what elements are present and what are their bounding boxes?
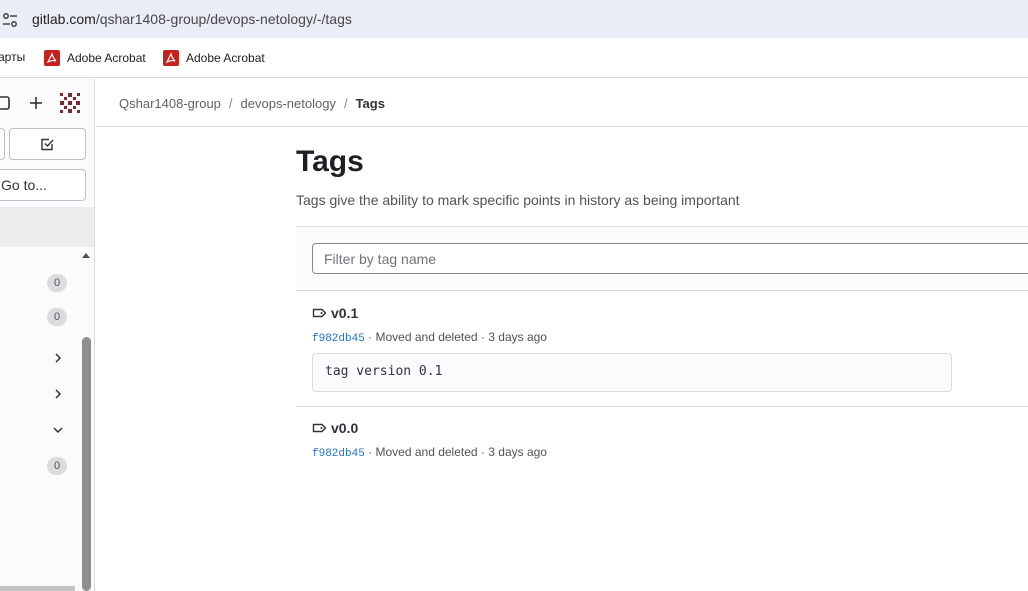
tag-message: tag version 0.1 xyxy=(312,353,952,392)
meta-separator: · xyxy=(368,330,373,344)
commit-sha-link[interactable]: f982db45 xyxy=(312,333,365,345)
go-to-label: Go to... xyxy=(1,177,47,193)
url-host: gitlab.com xyxy=(32,11,96,27)
commit-title-link[interactable]: Moved and deleted xyxy=(376,330,478,344)
bookmark-label: Adobe Acrobat xyxy=(67,51,146,65)
chevron-down-icon[interactable] xyxy=(52,424,64,436)
user-avatar-icon[interactable] xyxy=(58,91,82,115)
sidebar-horizontal-scrollbar[interactable] xyxy=(0,586,75,591)
bookmark-label: Карты xyxy=(0,50,26,64)
left-sidebar: Go to... 0 0 0 xyxy=(0,79,95,591)
breadcrumb-separator: / xyxy=(228,96,233,111)
sidebar-count-badge: 0 xyxy=(47,457,67,475)
browser-address-bar[interactable]: gitlab.com/qshar1408-group/devops-netolo… xyxy=(0,0,1028,38)
breadcrumb-group-link[interactable]: Qshar1408-group xyxy=(119,96,221,111)
breadcrumb-project-link[interactable]: devops-netology xyxy=(241,96,336,111)
scroll-up-arrow-icon[interactable] xyxy=(81,251,91,259)
todo-check-icon xyxy=(41,138,54,151)
tag-name: v0.0 xyxy=(331,420,359,436)
sidebar-section-divider xyxy=(0,207,94,247)
top-bar: Qshar1408-group / devops-netology / Tags xyxy=(96,79,1028,127)
adobe-pdf-icon xyxy=(44,50,60,66)
sidebar-toggle-icon[interactable] xyxy=(0,96,10,110)
tag-name-link[interactable]: v0.1 xyxy=(312,305,358,321)
commit-time: 3 days ago xyxy=(488,330,547,344)
sidebar-header xyxy=(0,79,94,127)
tag-name: v0.1 xyxy=(331,305,359,321)
plus-icon[interactable] xyxy=(29,96,43,110)
bookmark-adobe-acrobat-2[interactable]: Adobe Acrobat xyxy=(163,50,265,66)
breadcrumb-separator: / xyxy=(343,96,348,111)
commit-sha-link[interactable]: f982db45 xyxy=(312,448,365,460)
commit-title-link[interactable]: Moved and deleted xyxy=(376,445,478,459)
meta-separator: · xyxy=(480,330,485,344)
sidebar-issues-button[interactable] xyxy=(0,128,5,160)
page-title: Tags xyxy=(296,145,364,178)
filter-tag-input[interactable] xyxy=(312,243,1028,274)
tag-row: v0.0 f982db45 · Moved and deleted · 3 da… xyxy=(296,420,1028,470)
sidebar-todo-button[interactable] xyxy=(9,128,86,160)
chevron-right-icon[interactable] xyxy=(52,388,64,400)
page-description: Tags give the ability to mark specific p… xyxy=(296,192,740,208)
commit-time: 3 days ago xyxy=(488,445,547,459)
bookmark-label: Adobe Acrobat xyxy=(186,51,265,65)
site-info-icon[interactable] xyxy=(2,12,18,28)
bookmark-maps[interactable]: Карты xyxy=(0,50,25,64)
sidebar-count-badge: 0 xyxy=(47,274,67,292)
adobe-pdf-icon xyxy=(163,50,179,66)
sidebar-scrollbar-thumb[interactable] xyxy=(82,337,91,591)
filter-bar xyxy=(296,226,1028,291)
bookmarks-bar: Карты Adobe Acrobat Adobe Acrobat xyxy=(0,38,1028,78)
meta-separator: · xyxy=(368,445,373,459)
url-text[interactable]: gitlab.com/qshar1408-group/devops-netolo… xyxy=(32,11,352,27)
bookmark-adobe-acrobat-1[interactable]: Adobe Acrobat xyxy=(44,50,146,66)
tag-divider xyxy=(296,406,1028,407)
tag-icon xyxy=(312,308,327,318)
meta-separator: · xyxy=(480,445,485,459)
go-to-search-button[interactable]: Go to... xyxy=(0,169,86,201)
tag-name-link[interactable]: v0.0 xyxy=(312,420,358,436)
tag-commit-info: f982db45 · Moved and deleted · 3 days ag… xyxy=(312,445,547,460)
sidebar-count-badge: 0 xyxy=(47,308,67,326)
tag-row: v0.1 f982db45 · Moved and deleted · 3 da… xyxy=(296,305,1028,405)
breadcrumb-current[interactable]: Tags xyxy=(356,96,385,111)
tag-commit-info: f982db45 · Moved and deleted · 3 days ag… xyxy=(312,330,547,345)
chevron-right-icon[interactable] xyxy=(52,352,64,364)
url-path: /qshar1408-group/devops-netology/-/tags xyxy=(95,11,352,27)
breadcrumb: Qshar1408-group / devops-netology / Tags xyxy=(119,96,385,111)
tag-icon xyxy=(312,423,327,433)
